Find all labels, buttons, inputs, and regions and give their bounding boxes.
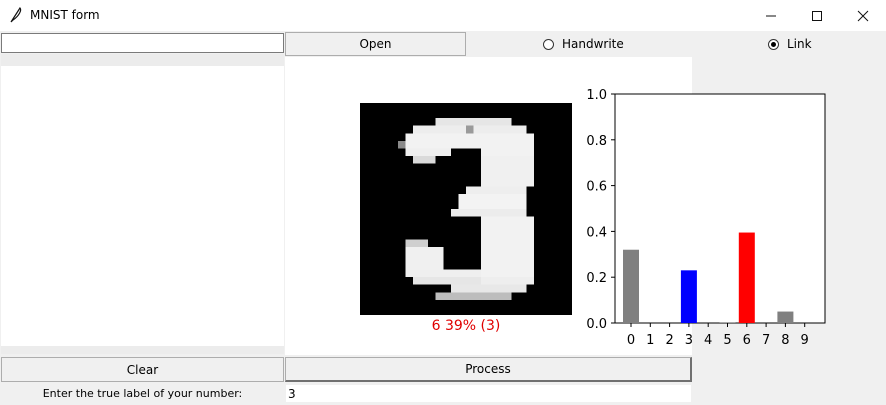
process-button-label: Process bbox=[465, 362, 511, 376]
x-tick-label: 2 bbox=[665, 333, 673, 348]
open-button[interactable]: Open bbox=[285, 32, 466, 56]
y-tick-label: 0.6 bbox=[586, 180, 607, 195]
bar-5 bbox=[719, 322, 736, 323]
minimize-button[interactable] bbox=[748, 0, 794, 31]
true-label-prompt: Enter the true label of your number: bbox=[42, 387, 243, 400]
y-tick-label: 0.0 bbox=[586, 317, 607, 332]
x-tick-label: 8 bbox=[781, 333, 789, 348]
maximize-button[interactable] bbox=[794, 0, 840, 31]
maximize-icon bbox=[812, 10, 822, 21]
window-title: MNIST form bbox=[30, 8, 100, 22]
bar-0 bbox=[623, 249, 639, 323]
x-tick-label: 4 bbox=[704, 333, 712, 348]
radio-link[interactable]: Link bbox=[768, 36, 812, 52]
radio-handwrite-label: Handwrite bbox=[562, 37, 624, 51]
file-listbox[interactable] bbox=[1, 54, 284, 354]
x-tick-label: 1 bbox=[646, 333, 654, 348]
process-button[interactable]: Process bbox=[285, 357, 692, 382]
x-tick-label: 0 bbox=[627, 333, 635, 348]
y-tick-label: 0.2 bbox=[586, 271, 607, 286]
y-tick-label: 0.4 bbox=[586, 225, 607, 240]
x-tick-label: 6 bbox=[743, 333, 751, 348]
path-input[interactable] bbox=[1, 33, 284, 53]
bar-8 bbox=[777, 311, 794, 323]
close-button[interactable] bbox=[840, 0, 886, 31]
open-button-label: Open bbox=[359, 37, 392, 51]
radio-handwrite-dot bbox=[543, 38, 554, 50]
x-tick-label: 7 bbox=[762, 333, 770, 348]
minimize-icon bbox=[766, 15, 776, 16]
clear-button-label: Clear bbox=[126, 362, 159, 377]
x-tick-label: 9 bbox=[801, 333, 809, 348]
close-icon bbox=[857, 10, 869, 21]
bar-6 bbox=[738, 232, 755, 323]
bar-3 bbox=[680, 270, 697, 323]
radio-link-label: Link bbox=[787, 37, 812, 51]
radio-handwrite[interactable]: Handwrite bbox=[543, 36, 624, 52]
radio-link-dot bbox=[768, 38, 779, 50]
x-tick-label: 3 bbox=[685, 333, 693, 348]
title-bar: MNIST form bbox=[0, 0, 886, 31]
x-tick-label: 5 bbox=[723, 333, 731, 348]
y-tick-label: 0.8 bbox=[586, 134, 607, 149]
clear-button[interactable]: Clear bbox=[1, 357, 284, 382]
plot-frame bbox=[614, 93, 826, 324]
feather-icon bbox=[10, 7, 22, 23]
probability-chart: 0.0 0.2 0.4 0.6 0.8 1.0 0 1 2 3 4 5 6 7 8 9 bbox=[586, 88, 826, 348]
true-label-input[interactable] bbox=[285, 384, 692, 403]
y-tick-label: 1.0 bbox=[586, 88, 607, 103]
prediction-text: 6 39% (3) bbox=[431, 318, 501, 334]
digit-image bbox=[360, 103, 572, 315]
